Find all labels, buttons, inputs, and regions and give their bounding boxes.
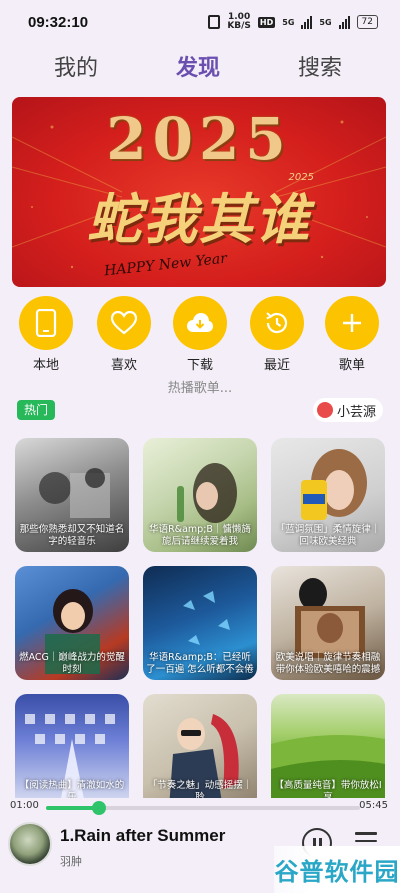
vibrate-icon (208, 15, 221, 29)
playlist-card-title: 那些你熟悉却又不知道名字的轻音乐 (19, 524, 125, 547)
playlist-card-title: 【阅读热曲】清澈如水的乐 (19, 780, 125, 798)
shortcut-local-label: 本地 (32, 358, 59, 373)
top-tab-bar: 我的 发现 搜索 (0, 50, 400, 86)
battery-icon: 72 (356, 15, 378, 29)
hot-tag[interactable]: 热门 (17, 400, 56, 420)
current-time: 01:00 (10, 800, 39, 811)
song-title: 1.Rain after Summer (60, 826, 226, 845)
playlist-card-title: 【高质量纯音】带你放松I享 (274, 780, 382, 798)
status-time: 09:32:10 (28, 13, 89, 31)
source-button-label: 小芸源 (337, 404, 377, 420)
playlist-card-title: 燃ACG｜巅峰战力的觉醒时刻 (19, 652, 125, 675)
shortcut-playlist[interactable]: 歌单 (322, 296, 382, 373)
section-hint: 热播歌单... (167, 381, 233, 396)
progress-fill (46, 806, 100, 810)
shortcut-recent[interactable]: 最近 (247, 296, 307, 373)
source-dot-icon (317, 402, 333, 418)
playlist-card[interactable]: 华语R&amp;B｜慵懒旖旎后请继续爱着我 (143, 438, 257, 552)
playlist-card-title: 华语R&amp;B：已经听了一百遍 怎么听都不会倦 (146, 652, 254, 675)
tab-search[interactable]: 搜索 (298, 50, 342, 82)
shortcut-download-label: 下载 (186, 358, 213, 373)
playlist-card[interactable]: 欧美说唱｜旋律节奏相融带你体验欧美嘻哈的震撼 (271, 566, 385, 680)
status-icons: 1.00 KB/S HD 5G 5G 72 (208, 13, 378, 31)
playlist-grid: 那些你熟悉却又不知道名字的轻音乐 华语R&amp;B｜慵懒旖旎后请继续爱着我 「… (0, 438, 400, 798)
progress-bar[interactable] (46, 801, 360, 815)
tab-mine[interactable]: 我的 (54, 50, 98, 82)
download-cloud-icon (187, 313, 213, 332)
shortcut-download[interactable]: 下载 (170, 296, 230, 373)
playlist-card[interactable]: 「蓝调氛围」柔情旋律｜回味欧美经典 (271, 438, 385, 552)
signal-icon-2 (338, 15, 350, 29)
song-artist: 羽肿 (60, 855, 82, 868)
shortcut-playlist-circle (325, 296, 379, 350)
history-icon (266, 312, 288, 334)
banner-title: 蛇我其谁 (87, 187, 311, 251)
playlist-card-title: 华语R&amp;B｜慵懒旖旎后请继续爱着我 (149, 524, 251, 547)
shortcut-recent-circle (250, 296, 304, 350)
watermark: 谷普软件园 (274, 846, 400, 893)
heart-icon (111, 311, 137, 335)
status-bar: 09:32:10 1.00 KB/S HD 5G 5G 72 (0, 0, 400, 44)
phone-icon (35, 309, 57, 337)
network-speed-unit: KB/S (227, 21, 251, 31)
playlist-card[interactable]: 燃ACG｜巅峰战力的觉醒时刻 (15, 566, 129, 680)
playlist-card[interactable]: 【高质量纯音】带你放松I享 (271, 694, 385, 798)
playlist-card[interactable]: 【阅读热曲】清澈如水的乐 (15, 694, 129, 798)
shortcut-favorite[interactable]: 喜欢 (94, 296, 154, 373)
source-button[interactable]: 小芸源 (313, 398, 383, 422)
shortcut-local-circle (19, 296, 73, 350)
shortcut-playlist-label: 歌单 (338, 358, 365, 373)
shortcut-local[interactable]: 本地 (16, 296, 76, 373)
playlist-card-title: 欧美说唱｜旋律节奏相融带你体验欧美嘻哈的震撼 (275, 652, 381, 675)
shortcut-row: 本地 喜欢 下载 最近 歌单 (0, 296, 400, 373)
shortcut-favorite-label: 喜欢 (110, 358, 137, 373)
banner[interactable]: 2025 2025 蛇我其谁 HAPPY New Year (12, 97, 386, 287)
total-time: 05:45 (359, 800, 388, 811)
signal-icon (301, 15, 313, 29)
tab-discover[interactable]: 发现 (176, 50, 220, 82)
album-cover[interactable] (8, 822, 52, 866)
playlist-card[interactable]: 「节奏之魅」动感摇摆｜聆 (143, 694, 257, 798)
sim2-label: 5G (319, 17, 332, 27)
network-speed: 1.00 KB/S (227, 13, 251, 31)
sim1-label: 5G (282, 17, 295, 27)
playlist-card-title: 「蓝调氛围」柔情旋律｜回味欧美经典 (275, 524, 381, 547)
banner-year: 2025 (106, 105, 292, 173)
playlist-card-title: 「节奏之魅」动感摇摆｜聆 (147, 780, 253, 798)
shortcut-download-circle (173, 296, 227, 350)
shortcut-favorite-circle (97, 296, 151, 350)
shortcut-recent-label: 最近 (263, 358, 290, 373)
plus-icon (343, 314, 361, 332)
hd-badge: HD (257, 16, 276, 28)
playlist-card[interactable]: 华语R&amp;B：已经听了一百遍 怎么听都不会倦 (143, 566, 257, 680)
playlist-card[interactable]: 那些你熟悉却又不知道名字的轻音乐 (15, 438, 129, 552)
